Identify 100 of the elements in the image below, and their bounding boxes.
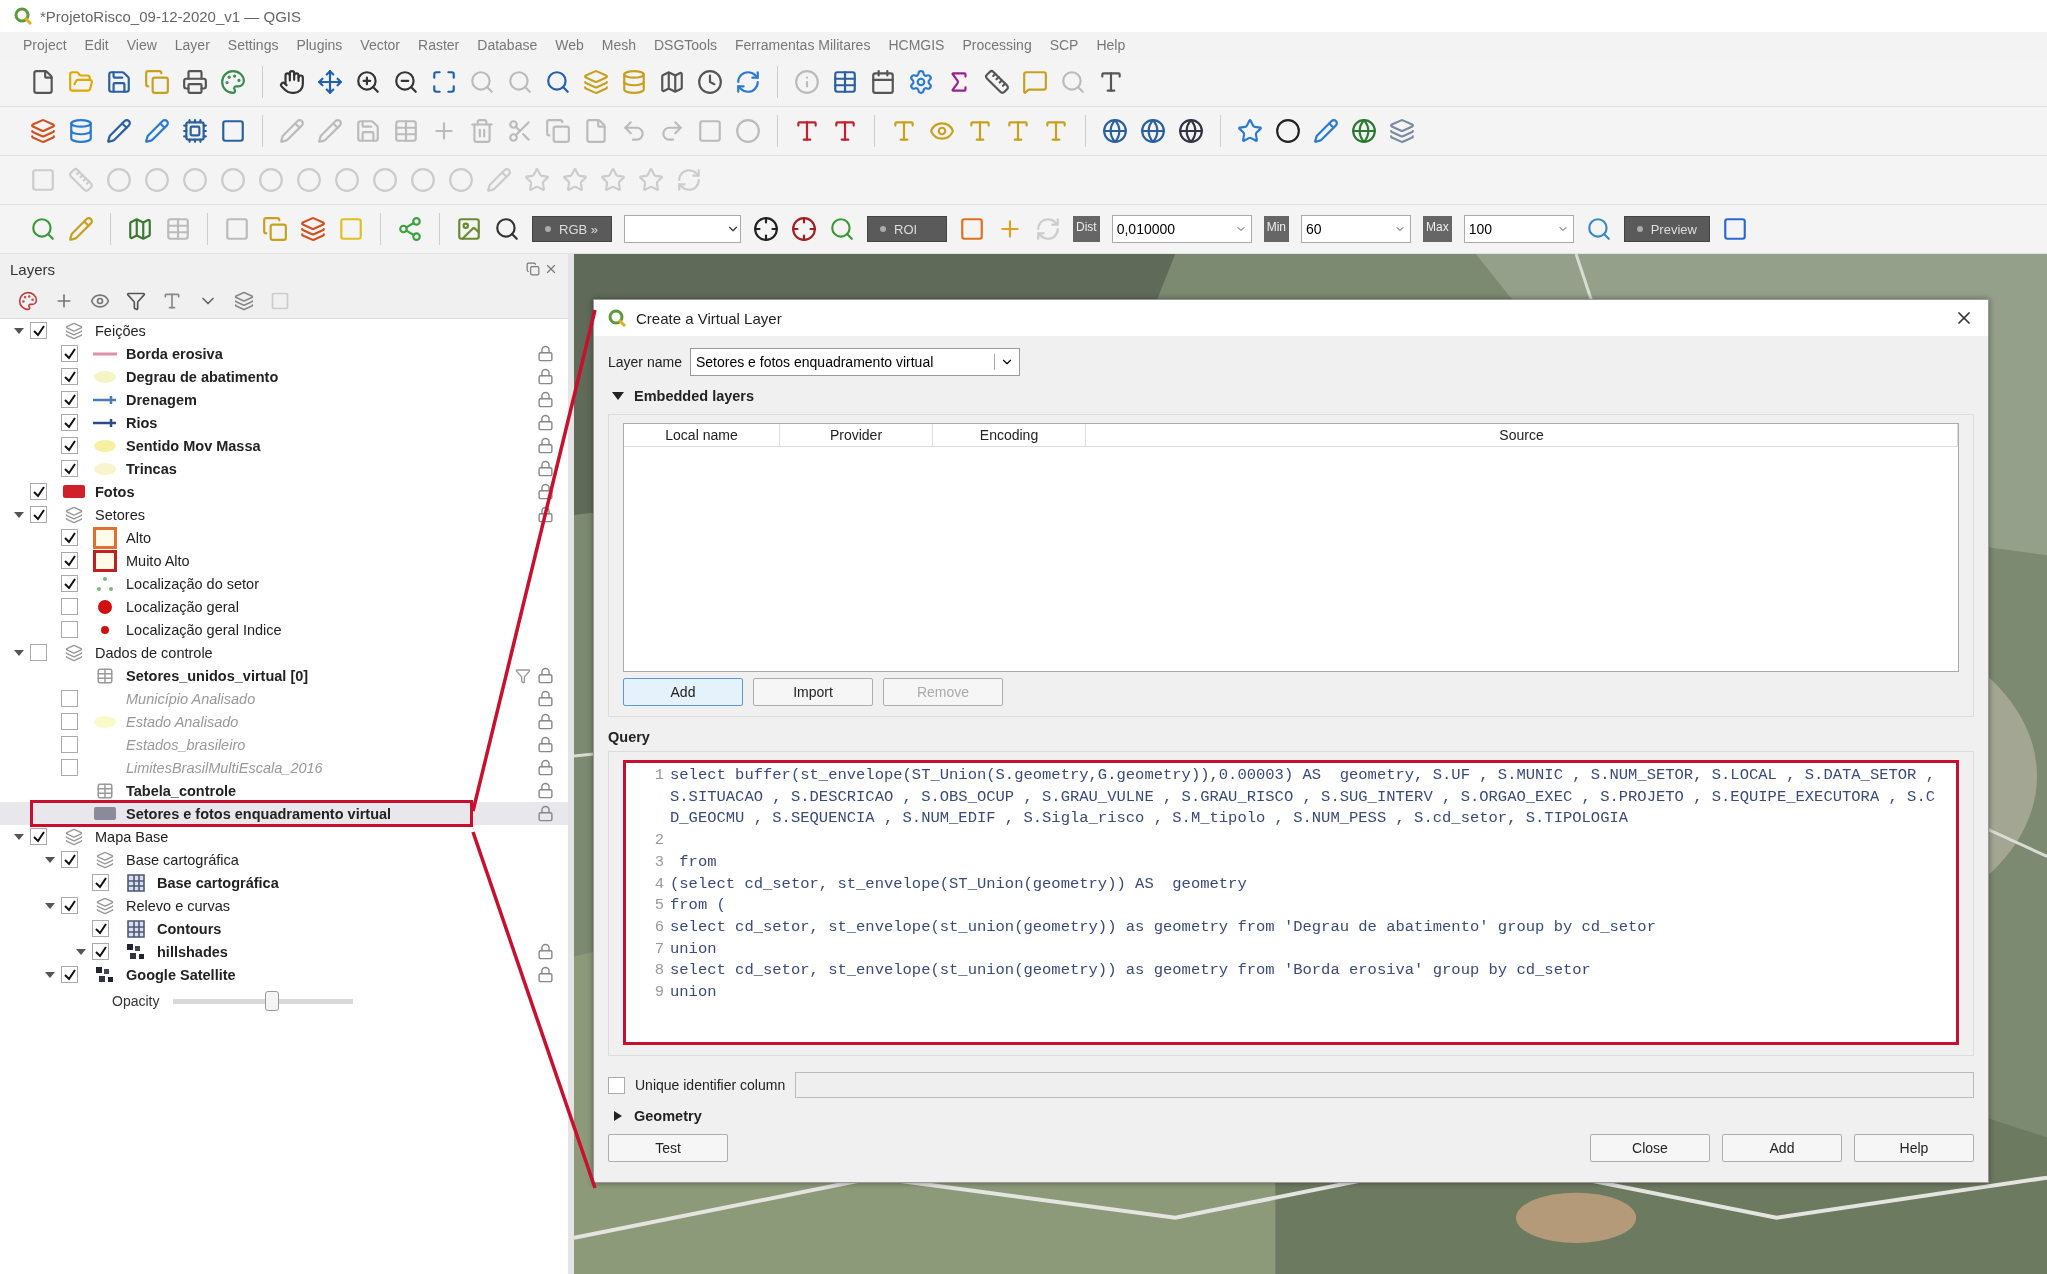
star-icon[interactable]: [600, 167, 626, 193]
layer-checkbox[interactable]: [61, 759, 78, 776]
layers-icon[interactable]: [30, 118, 56, 144]
menu-item[interactable]: View: [117, 37, 166, 53]
dialog-button[interactable]: Help: [1854, 1134, 1974, 1162]
column-header[interactable]: Source: [1086, 424, 1958, 446]
expand-arrow-icon[interactable]: [76, 946, 86, 957]
star-icon[interactable]: [1237, 118, 1263, 144]
chip-icon[interactable]: [182, 118, 208, 144]
star-icon[interactable]: [638, 167, 664, 193]
menu-item[interactable]: HCMGIS: [879, 37, 954, 53]
layer-checkbox[interactable]: [92, 920, 109, 937]
globe-icon[interactable]: [1140, 118, 1166, 144]
layer-checkbox[interactable]: [61, 966, 78, 983]
file-icon[interactable]: [30, 69, 56, 95]
layer-row[interactable]: Muito Alto: [0, 549, 568, 572]
layer-row[interactable]: Feições: [0, 319, 568, 342]
table-icon[interactable]: [832, 69, 858, 95]
table-action-button[interactable]: Import: [753, 678, 873, 706]
number-field[interactable]: 100: [1463, 215, 1574, 243]
layer-checkbox[interactable]: [61, 552, 78, 569]
square-icon[interactable]: [959, 216, 985, 242]
number-field[interactable]: 0,010000: [1111, 215, 1252, 243]
menu-item[interactable]: Edit: [75, 37, 118, 53]
layers-icon[interactable]: [1389, 118, 1415, 144]
expand-arrow-icon[interactable]: [45, 900, 55, 911]
layer-checkbox[interactable]: [61, 575, 78, 592]
circle-icon[interactable]: [1275, 118, 1301, 144]
section-toggle[interactable]: Embedded layers: [608, 384, 1974, 408]
hand-icon[interactable]: [279, 69, 305, 95]
menu-item[interactable]: Processing: [953, 37, 1041, 53]
rgb-button[interactable]: RGB »: [532, 216, 612, 242]
square-icon[interactable]: [1721, 216, 1748, 242]
expand-arrow-icon[interactable]: [45, 854, 55, 865]
crosshair-icon[interactable]: [791, 216, 817, 242]
expand-arrow-icon[interactable]: [14, 325, 24, 336]
menu-item[interactable]: SCP: [1040, 37, 1088, 53]
square-icon[interactable]: [220, 118, 246, 144]
slider-thumb[interactable]: [265, 991, 280, 1011]
menu-item[interactable]: DSGTools: [645, 37, 727, 53]
lock-icon[interactable]: [537, 667, 554, 684]
clock-icon[interactable]: [697, 69, 723, 95]
menu-item[interactable]: Vector: [351, 37, 410, 53]
pencil-icon[interactable]: [106, 118, 132, 144]
menu-item[interactable]: Layer: [165, 37, 219, 53]
roi-button[interactable]: ROI: [867, 216, 947, 242]
database-icon[interactable]: [621, 69, 647, 95]
section-toggle[interactable]: Geometry: [608, 1104, 1974, 1128]
lock-icon[interactable]: [537, 690, 554, 707]
folder-icon[interactable]: [68, 69, 94, 95]
layer-checkbox[interactable]: [30, 644, 47, 661]
lock-icon[interactable]: [537, 805, 554, 822]
layer-checkbox[interactable]: [61, 690, 78, 707]
layer-checkbox[interactable]: [61, 598, 78, 615]
text-icon[interactable]: [1098, 69, 1124, 95]
expand-arrow-icon[interactable]: [45, 969, 55, 980]
crosshair-icon[interactable]: [753, 216, 779, 242]
layers-icon[interactable]: [583, 69, 609, 95]
lock-icon[interactable]: [537, 460, 554, 477]
layer-checkbox[interactable]: [30, 506, 47, 523]
globe-icon[interactable]: [1102, 118, 1128, 144]
layer-row[interactable]: Mapa Base: [0, 825, 568, 848]
float-icon[interactable]: [526, 262, 540, 276]
layer-row[interactable]: Base cartográfica: [0, 871, 568, 894]
layer-checkbox[interactable]: [61, 736, 78, 753]
layer-row[interactable]: Contours: [0, 917, 568, 940]
palette-icon[interactable]: [220, 69, 246, 95]
zoom-out-icon[interactable]: [393, 69, 419, 95]
layer-row[interactable]: Fotos: [0, 480, 568, 503]
eye-icon[interactable]: [90, 291, 110, 311]
layer-row[interactable]: Tabela_controle: [0, 779, 568, 802]
layer-row[interactable]: Drenagem: [0, 388, 568, 411]
layer-row[interactable]: Rios: [0, 411, 568, 434]
speech-bubble-icon[interactable]: [1022, 69, 1048, 95]
layer-checkbox[interactable]: [61, 621, 78, 638]
database-icon[interactable]: [68, 118, 94, 144]
lock-icon[interactable]: [537, 437, 554, 454]
query-editor[interactable]: [623, 760, 1959, 1045]
layer-checkbox[interactable]: [61, 529, 78, 546]
layer-checkbox[interactable]: [61, 345, 78, 362]
pencil-icon[interactable]: [144, 118, 170, 144]
layer-row[interactable]: Degrau de abatimento: [0, 365, 568, 388]
column-header[interactable]: Encoding: [933, 424, 1086, 446]
unique-id-checkbox[interactable]: [608, 1076, 625, 1094]
layer-checkbox[interactable]: [61, 437, 78, 454]
layer-checkbox[interactable]: [61, 414, 78, 431]
settings-icon[interactable]: [908, 69, 934, 95]
menu-item[interactable]: Web: [546, 37, 593, 53]
save-icon[interactable]: [106, 69, 132, 95]
lock-icon[interactable]: [537, 368, 554, 385]
number-field[interactable]: 60: [1301, 215, 1411, 243]
menu-item[interactable]: Database: [468, 37, 547, 53]
image-icon[interactable]: [456, 216, 482, 242]
copy-icon[interactable]: [262, 216, 288, 242]
globe-icon[interactable]: [1351, 118, 1377, 144]
layer-row[interactable]: hillshades: [0, 940, 568, 963]
globe-icon[interactable]: [1178, 118, 1204, 144]
zoom-in-icon[interactable]: [355, 69, 381, 95]
lock-icon[interactable]: [537, 943, 554, 960]
expand-arrow-icon[interactable]: [14, 831, 24, 842]
